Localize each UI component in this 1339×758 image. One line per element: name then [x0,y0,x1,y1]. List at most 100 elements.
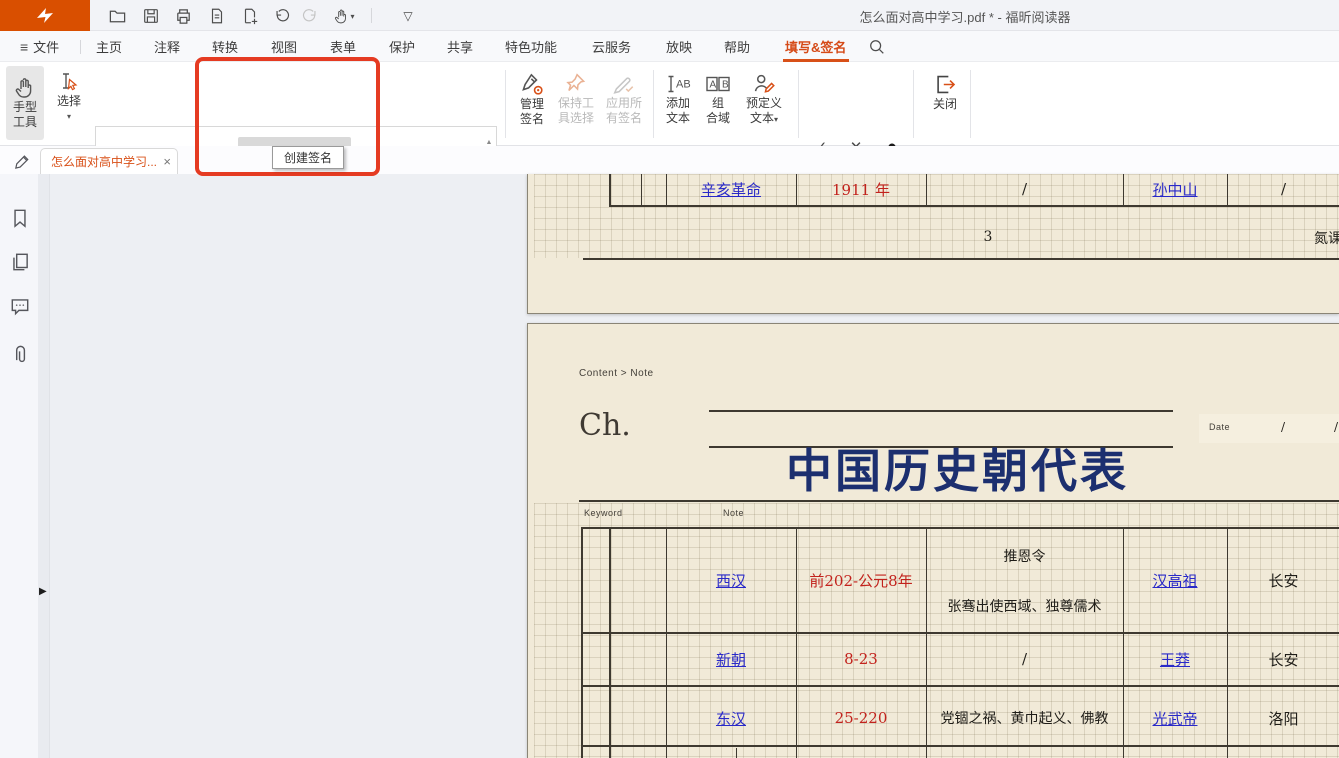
page1-note: / [926,176,1123,202]
redo-icon[interactable] [298,4,322,28]
title-bar: ▾ ▽ 怎么面对高中学习.pdf * - 福昕阅读器 [0,0,1339,31]
ribbon-separator [798,70,799,138]
combo-field-icon: A B [705,72,731,96]
table-cell: 张骞出使西域、独尊儒术 [926,595,1123,617]
select-label: 选择 [57,94,81,109]
tab-protect[interactable]: 保护 [389,31,415,62]
svg-text:B: B [722,80,729,91]
document-tab-bar: 怎么面对高中学习... × [0,146,1339,174]
close-fill-sign-button[interactable]: 关闭 [925,72,965,112]
page2-title: 中国历史朝代表 [786,435,1129,501]
hand-tool-button[interactable]: 手型 工具 [6,66,44,140]
table-cell: 8-23 [796,647,926,671]
pin-icon [564,72,588,96]
founder-link[interactable]: 汉高祖 [1123,568,1227,592]
tab-view[interactable]: 视图 [271,31,297,62]
hand-icon [13,76,37,100]
page1-page-number: 3 [958,226,1018,248]
person-pencil-icon [752,72,777,96]
table-cell: 25-220 [796,706,926,730]
tab-convert[interactable]: 转换 [212,31,238,62]
open-file-icon[interactable] [105,4,129,28]
ribbon-separator [505,70,506,138]
menu-separator [80,40,81,54]
svg-text:A: A [710,80,717,91]
navigation-sidebar [0,174,38,758]
tab-help[interactable]: 帮助 [724,31,750,62]
dynasty-link[interactable]: 东汉 [666,706,796,730]
page1-year: 1911 年 [796,176,926,202]
pdf-page-2[interactable]: Content > Note Ch. Date / / 中国历史朝代表 Keyw… [527,323,1339,758]
tab-form[interactable]: 表单 [330,31,356,62]
combo-field-button[interactable]: A B 组 合域 [701,72,735,126]
panel-expand-handle[interactable]: ▶ [39,586,47,597]
file-menu[interactable]: ≡ 文件 [20,31,59,62]
foxit-reader-window: ▾ ▽ 怎么面对高中学习.pdf * - 福昕阅读器 ≡ 文件 主页 注释 转换… [0,0,1339,758]
annotate-icon[interactable] [13,150,32,174]
attachments-panel-icon[interactable] [9,342,31,364]
pdf-page-1[interactable]: 辛亥革命 1911 年 / 孙中山 / 3 氮课 [527,174,1339,314]
caret-down-icon: ▾ [350,12,354,21]
qat-separator [371,8,372,23]
page2-breadcrumb: Content > Note [579,368,654,379]
tab-comment[interactable]: 注释 [154,31,180,62]
predefined-text-button[interactable]: 预定义 文本▾ [740,72,788,127]
table-cell: 前202-公元8年 [796,568,926,592]
tab-present[interactable]: 放映 [666,31,692,62]
add-text-button[interactable]: AB 添加 文本 [659,72,697,126]
ribbon: 手型 工具 选择 ▾ 福昕 + ▲ ▼ ▼ [0,62,1339,146]
print-icon[interactable] [171,4,195,28]
add-text-icon: AB [665,72,691,96]
ribbon-separator [970,70,971,138]
tab-share[interactable]: 共享 [447,31,473,62]
founder-link[interactable]: 王莽 [1123,647,1227,671]
bookmarks-panel-icon[interactable] [9,207,31,229]
document-tab[interactable]: 怎么面对高中学习... × [40,148,178,174]
page1-founder-link[interactable]: 孙中山 [1123,176,1227,202]
pen-check-icon [612,72,636,96]
close-label: 关闭 [933,97,957,112]
table-cell: 党锢之祸、黄巾起义、佛教 [926,706,1123,730]
page1-capital: / [1227,176,1339,202]
pages-panel-icon[interactable] [9,251,31,273]
customize-toolbar-icon[interactable]: ▽ [396,4,420,28]
undo-icon[interactable] [270,4,294,28]
table-cell: 推恩令 [926,545,1123,567]
tab-close-icon[interactable]: × [163,154,171,169]
export-page-icon[interactable] [205,4,229,28]
tab-cloud[interactable]: 云服务 [592,31,631,62]
page1-margin-text: 氮课 [1314,228,1339,248]
new-page-icon[interactable] [238,4,262,28]
dynasty-link[interactable]: 西汉 [666,568,796,592]
keep-tool-selected-button[interactable]: 保持工 具选择 [555,72,597,126]
panel-strip [38,174,50,758]
hamburger-icon: ≡ [20,39,28,55]
viewer-area: ▶ 辛亥革命 1911 年 / 孙中山 / 3 氮课 [0,174,1339,758]
table-cell: 长安 [1227,647,1339,671]
page1-event-link[interactable]: 辛亥革命 [666,176,796,202]
dynasty-link[interactable]: 新朝 [666,647,796,671]
page2-chapter-label: Ch. [579,408,631,443]
manage-signature-button[interactable]: 管理 签名 [512,72,552,127]
exit-icon [933,72,958,97]
save-icon[interactable] [139,4,163,28]
select-tool-button[interactable]: 选择 ▾ [50,70,88,124]
manage-signature-icon [520,72,545,97]
tab-fill-sign[interactable]: 填写&签名 [785,31,846,62]
founder-link[interactable]: 光武帝 [1123,706,1227,730]
ribbon-separator [653,70,654,138]
tab-features[interactable]: 特色功能 [505,31,557,62]
ribbon-separator [913,70,914,138]
hand-mode-icon[interactable]: ▾ [328,4,360,28]
document-tab-label: 怎么面对高中学习... [51,153,159,170]
apply-all-signatures-button[interactable]: 应用所 有签名 [602,72,646,126]
app-menu-button[interactable] [0,0,90,31]
table-cell: 长安 [1227,568,1339,592]
window-title: 怎么面对高中学习.pdf * - 福昕阅读器 [750,7,1180,26]
search-icon[interactable] [868,38,886,61]
tab-home[interactable]: 主页 [96,31,122,62]
comments-panel-icon[interactable] [9,295,31,317]
caret-down-icon: ▾ [67,109,71,124]
svg-text:AB: AB [676,79,691,91]
page2-date-label: Date [1209,422,1230,432]
